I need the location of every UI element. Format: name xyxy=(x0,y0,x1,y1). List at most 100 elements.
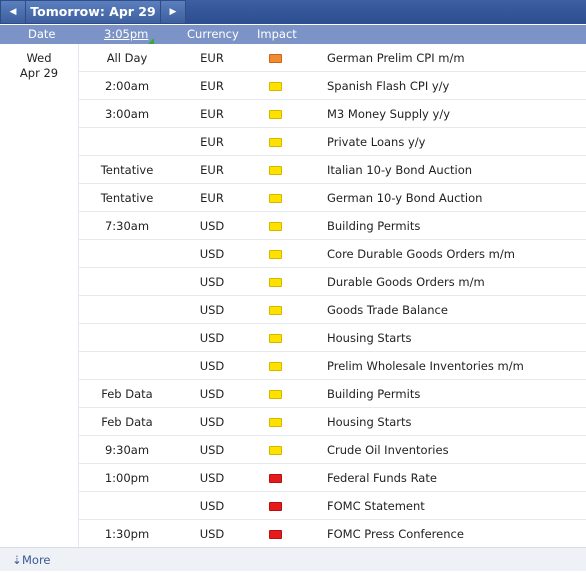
event-title[interactable]: Spanish Flash CPI y/y xyxy=(327,79,449,93)
impact-red-icon[interactable] xyxy=(269,530,282,539)
event-title[interactable]: Crude Oil Inventories xyxy=(327,443,449,457)
event-title[interactable]: Housing Starts xyxy=(327,415,412,429)
impact-yellow-icon[interactable] xyxy=(269,334,282,343)
event-row[interactable]: USD Goods Trade Balance xyxy=(79,296,586,324)
event-title[interactable]: Prelim Wholesale Inventories m/m xyxy=(327,359,524,373)
impact-yellow-icon[interactable] xyxy=(269,390,282,399)
event-currency: USD xyxy=(199,247,225,261)
event-row[interactable]: 1:00pm USD Federal Funds Rate xyxy=(79,464,586,492)
event-time: Tentative xyxy=(100,163,154,177)
event-time: 7:30am xyxy=(104,219,150,233)
event-row[interactable]: Feb Data USD Building Permits xyxy=(79,380,586,408)
event-title[interactable]: German 10-y Bond Auction xyxy=(327,191,482,205)
previous-day-button[interactable]: ◀ xyxy=(0,0,26,24)
event-time: Feb Data xyxy=(101,387,153,401)
event-time: Feb Data xyxy=(101,415,153,429)
more-label: More xyxy=(22,553,51,567)
event-currency: USD xyxy=(199,527,225,541)
next-day-button[interactable]: ▶ xyxy=(160,0,186,24)
event-currency: USD xyxy=(199,303,225,317)
calendar-day-title: Tomorrow: Apr 29 xyxy=(26,0,160,24)
event-time: 2:00am xyxy=(104,79,150,93)
date-label: Apr 29 xyxy=(19,66,59,80)
impact-yellow-icon[interactable] xyxy=(269,82,282,91)
impact-yellow-icon[interactable] xyxy=(269,194,282,203)
impact-orange-icon[interactable] xyxy=(269,54,282,63)
calendar-nav-bar: ◀ Tomorrow: Apr 29 ▶ xyxy=(0,0,586,25)
impact-yellow-icon[interactable] xyxy=(269,250,282,259)
event-time: Tentative xyxy=(100,191,154,205)
event-row[interactable]: Tentative EUR German 10-y Bond Auction xyxy=(79,184,586,212)
event-row[interactable]: 2:00am EUR Spanish Flash CPI y/y xyxy=(79,72,586,100)
event-currency: USD xyxy=(199,219,225,233)
event-currency: USD xyxy=(199,331,225,345)
event-title[interactable]: Building Permits xyxy=(327,219,420,233)
event-title[interactable]: Italian 10-y Bond Auction xyxy=(327,163,472,177)
event-title[interactable]: Federal Funds Rate xyxy=(327,471,437,485)
event-title[interactable]: M3 Money Supply y/y xyxy=(327,107,450,121)
event-title[interactable]: FOMC Press Conference xyxy=(327,527,464,541)
nav-bar-background xyxy=(186,0,586,24)
impact-red-icon[interactable] xyxy=(269,502,282,511)
impact-yellow-icon[interactable] xyxy=(269,362,282,371)
event-currency: USD xyxy=(199,499,225,513)
more-link[interactable]: ⇣More xyxy=(12,553,51,567)
event-row[interactable]: Feb Data USD Housing Starts xyxy=(79,408,586,436)
event-time: 3:00am xyxy=(104,107,150,121)
event-row[interactable]: Tentative EUR Italian 10-y Bond Auction xyxy=(79,156,586,184)
event-currency: EUR xyxy=(200,191,224,205)
impact-yellow-icon[interactable] xyxy=(269,110,282,119)
impact-red-icon[interactable] xyxy=(269,474,282,483)
event-row[interactable]: EUR Private Loans y/y xyxy=(79,128,586,156)
event-title[interactable]: Private Loans y/y xyxy=(327,135,425,149)
event-currency: EUR xyxy=(200,107,224,121)
date-cell: Wed Apr 29 xyxy=(0,44,79,547)
impact-yellow-icon[interactable] xyxy=(269,222,282,231)
event-row[interactable]: USD Durable Goods Orders m/m xyxy=(79,268,586,296)
impact-yellow-icon[interactable] xyxy=(269,418,282,427)
event-time: All Day xyxy=(106,51,148,65)
event-time: 1:30pm xyxy=(104,527,150,541)
event-title[interactable]: German Prelim CPI m/m xyxy=(327,51,465,65)
event-title[interactable]: FOMC Statement xyxy=(327,499,425,513)
impact-yellow-icon[interactable] xyxy=(269,446,282,455)
event-title[interactable]: Core Durable Goods Orders m/m xyxy=(327,247,515,261)
chevron-right-icon: ▶ xyxy=(169,7,177,17)
event-title[interactable]: Durable Goods Orders m/m xyxy=(327,275,485,289)
impact-column-header: Impact xyxy=(257,27,297,41)
column-header: Date 3:05pm Currency Impact xyxy=(0,25,586,44)
event-currency: EUR xyxy=(200,163,224,177)
event-currency: USD xyxy=(199,471,225,485)
event-currency: EUR xyxy=(200,135,224,149)
event-currency: USD xyxy=(199,415,225,429)
weekday-label: Wed xyxy=(26,51,52,65)
event-title[interactable]: Building Permits xyxy=(327,387,420,401)
date-column-header: Date xyxy=(28,27,56,41)
impact-yellow-icon[interactable] xyxy=(269,306,282,315)
impact-yellow-icon[interactable] xyxy=(269,166,282,175)
calendar-footer: ⇣More xyxy=(0,547,586,571)
event-row[interactable]: 7:30am USD Building Permits xyxy=(79,212,586,240)
impact-yellow-icon[interactable] xyxy=(269,138,282,147)
event-currency: USD xyxy=(199,387,225,401)
impact-yellow-icon[interactable] xyxy=(269,278,282,287)
event-title[interactable]: Housing Starts xyxy=(327,331,412,345)
current-time-link[interactable]: 3:05pm xyxy=(104,27,148,41)
event-row[interactable]: USD Prelim Wholesale Inventories m/m xyxy=(79,352,586,380)
chevron-left-icon: ◀ xyxy=(9,7,17,17)
event-title[interactable]: Goods Trade Balance xyxy=(327,303,448,317)
event-row[interactable]: USD Housing Starts xyxy=(79,324,586,352)
event-row[interactable]: 9:30am USD Crude Oil Inventories xyxy=(79,436,586,464)
calendar-widget: ◀ Tomorrow: Apr 29 ▶ Date 3:05pm Currenc… xyxy=(0,0,586,573)
event-currency: USD xyxy=(199,443,225,457)
currency-column-header: Currency xyxy=(187,27,239,41)
event-row[interactable]: All Day EUR German Prelim CPI m/m xyxy=(79,44,586,72)
event-row[interactable]: 3:00am EUR M3 Money Supply y/y xyxy=(79,100,586,128)
event-row[interactable]: USD FOMC Statement xyxy=(79,492,586,520)
event-row[interactable]: USD Core Durable Goods Orders m/m xyxy=(79,240,586,268)
event-currency: USD xyxy=(199,359,225,373)
event-currency: EUR xyxy=(200,51,224,65)
event-row[interactable]: 1:30pm USD FOMC Press Conference xyxy=(79,520,586,548)
event-time: 1:00pm xyxy=(104,471,150,485)
event-currency: USD xyxy=(199,275,225,289)
